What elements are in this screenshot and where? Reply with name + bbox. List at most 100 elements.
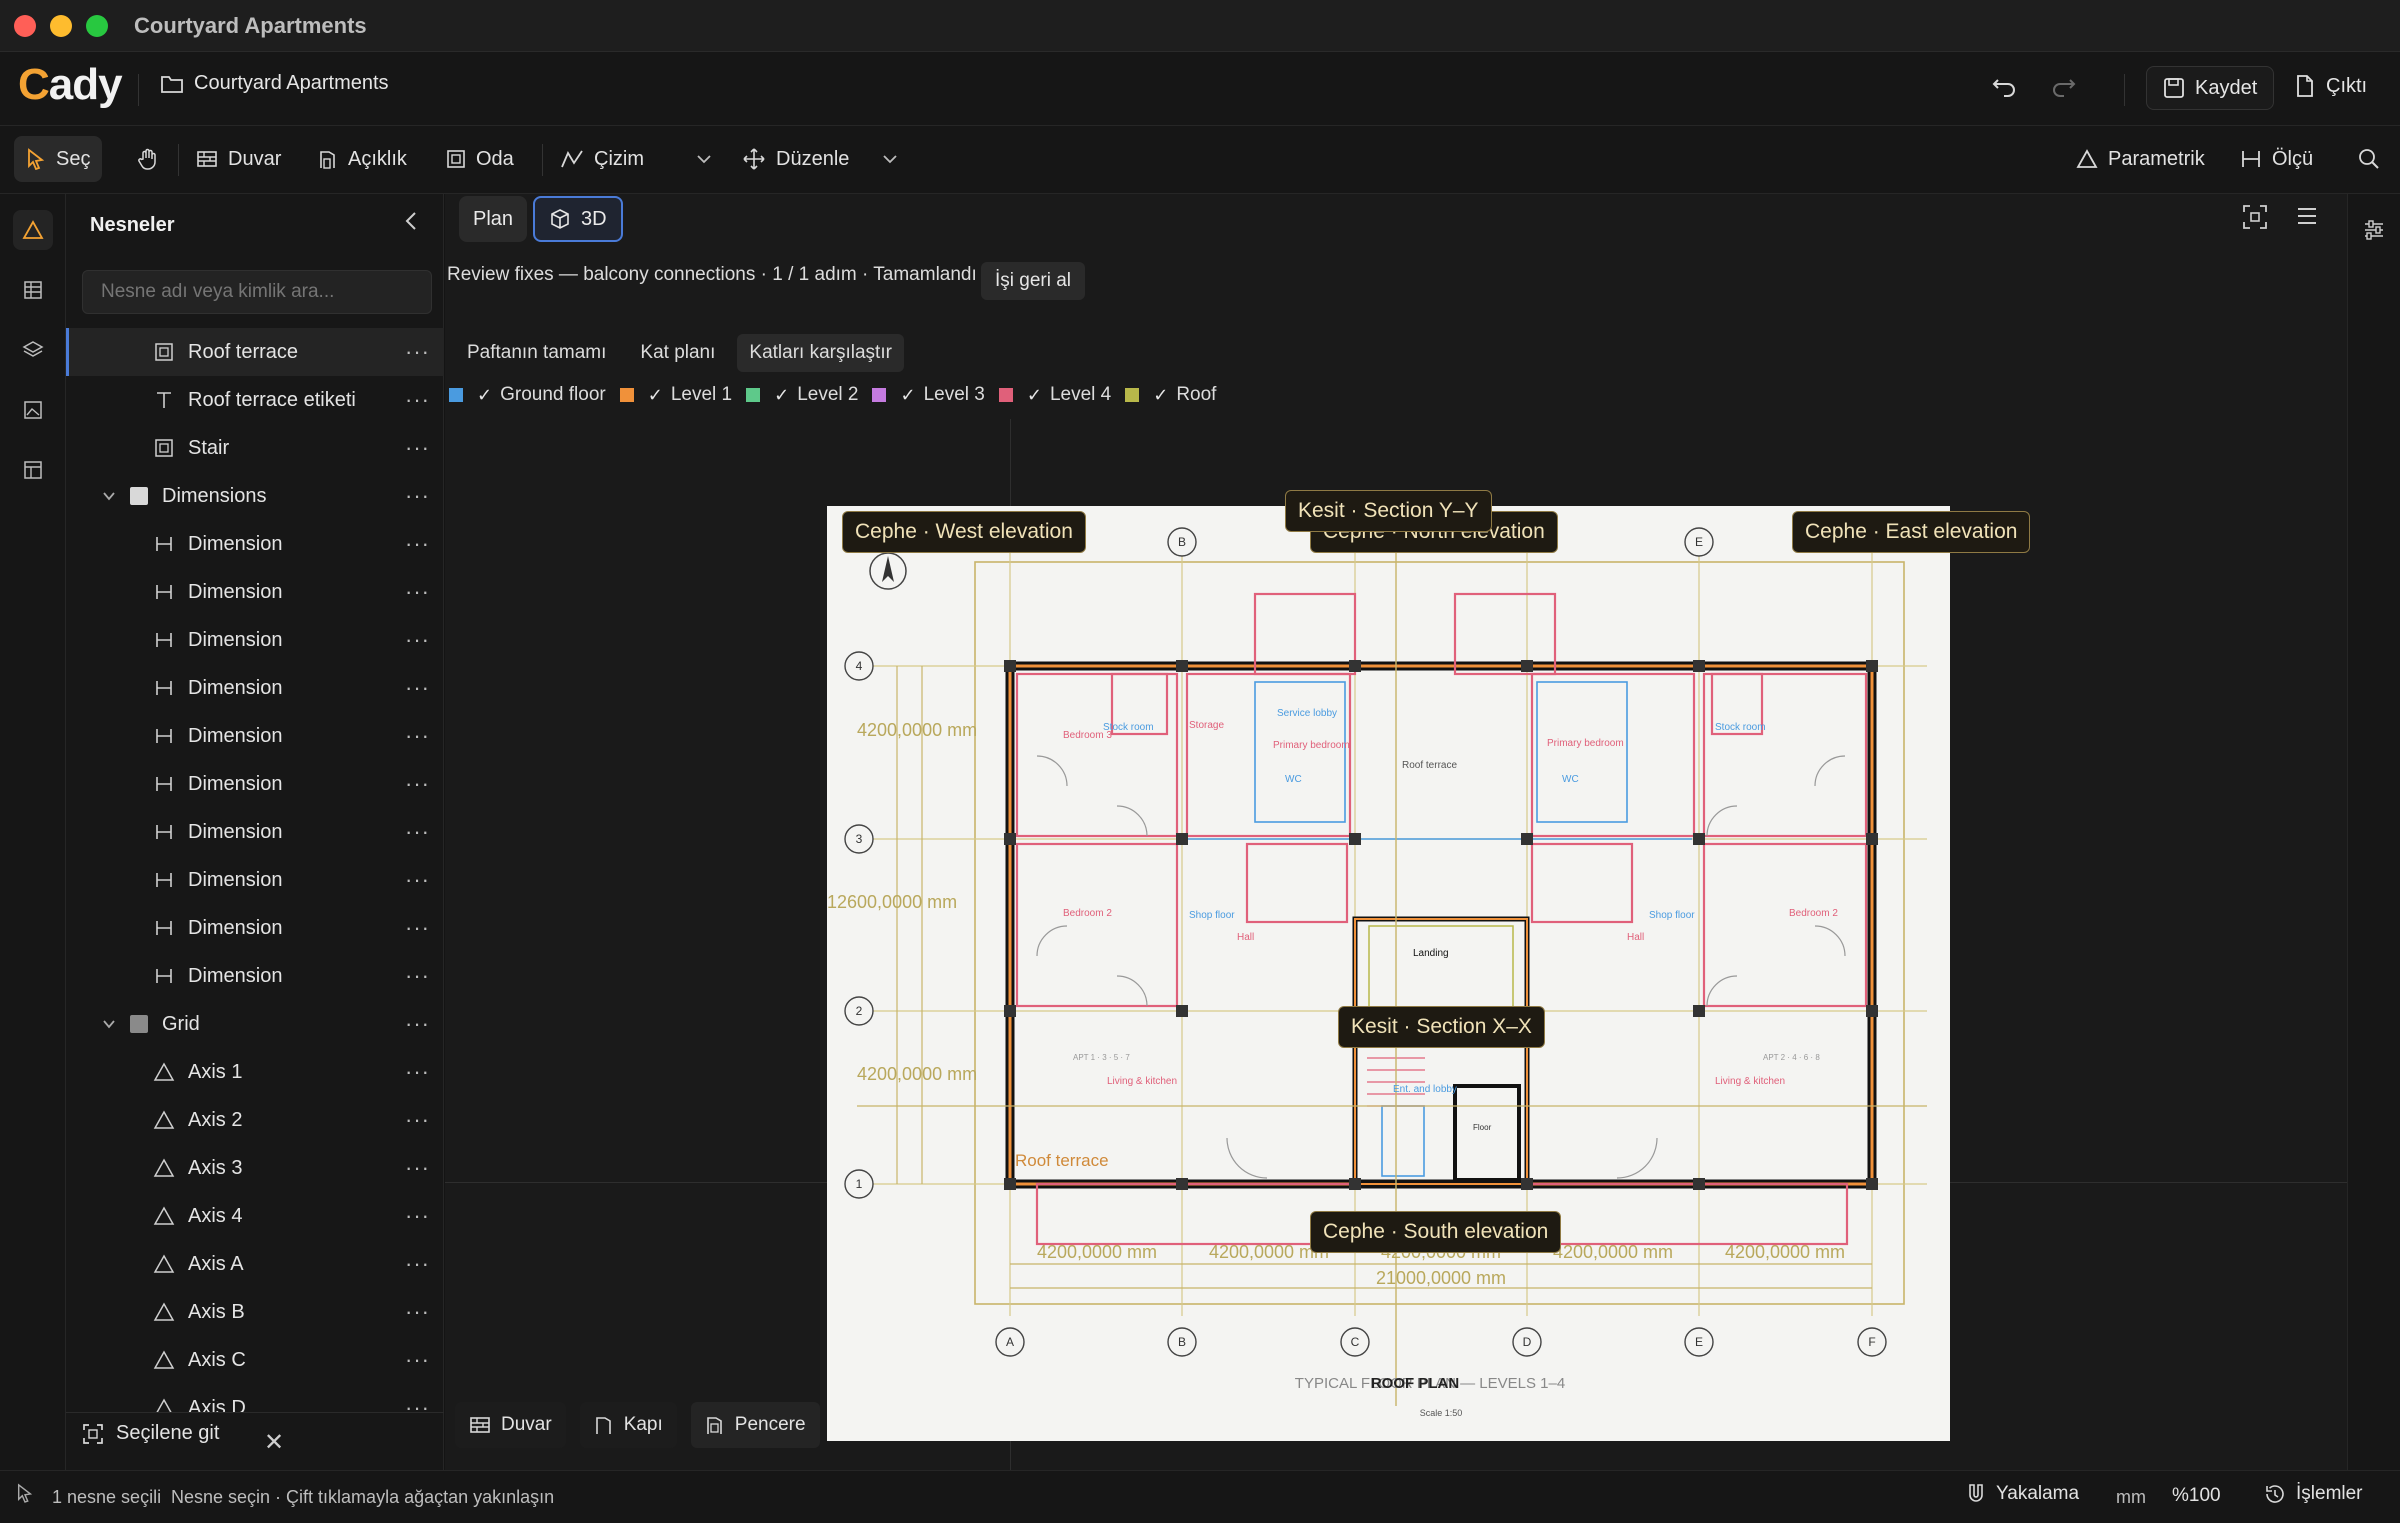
select-tool[interactable]: Seç [14,136,103,182]
tree-item[interactable]: Dimension ··· [66,856,444,904]
properties-sliders-icon[interactable] [2362,218,2386,242]
minimize-window-button[interactable] [50,15,72,37]
tree-item[interactable]: Axis B ··· [66,1288,444,1336]
tree-group[interactable]: Dimensions ··· [66,472,444,520]
east-elevation-tag[interactable]: Cephe · East elevation [1792,511,2031,553]
checkbox-checked-icon[interactable]: ✓ [648,385,663,406]
tree-item[interactable]: Dimension ··· [66,664,444,712]
insert-wall-button[interactable]: Duvar [455,1402,566,1448]
more-options-icon[interactable]: ··· [405,867,430,893]
level-toggle[interactable]: ✓ Level 4 [998,384,1111,406]
level-toggle[interactable]: ✓ Level 3 [872,384,985,406]
more-options-icon[interactable]: ··· [405,531,430,557]
more-options-icon[interactable]: ··· [405,915,430,941]
more-options-icon[interactable]: ··· [405,1107,430,1133]
more-options-icon[interactable]: ··· [405,1347,430,1373]
tree-item[interactable]: Dimension ··· [66,712,444,760]
fit-view-icon[interactable] [2242,204,2268,230]
tab-full-sheet[interactable]: Paftanın tamamı [455,334,618,372]
insert-door-button[interactable]: Kapı [579,1402,677,1448]
level-toggle[interactable]: ✓ Ground floor [449,384,606,406]
checkbox-checked-icon[interactable]: ✓ [1027,385,1042,406]
save-button[interactable]: Kaydet [2146,66,2275,110]
measure-tool[interactable]: Ölçü [2228,136,2325,182]
level-toggle[interactable]: ✓ Level 2 [746,384,858,406]
level-toggle[interactable]: ✓ Level 1 [619,384,732,406]
more-options-icon[interactable]: ··· [405,963,430,989]
more-options-icon[interactable]: ··· [405,339,430,365]
tree-item[interactable]: Axis 3 ··· [66,1144,444,1192]
parametric-tool[interactable]: Parametrik [2064,136,2217,182]
tab-plan[interactable]: Plan [459,196,528,242]
image-rail-button[interactable] [13,390,53,430]
edit-dropdown[interactable] [870,136,910,182]
more-options-icon[interactable]: ··· [405,723,430,749]
layout-rail-button[interactable] [13,450,53,490]
south-elevation-tag[interactable]: Cephe · South elevation [1310,1211,1562,1253]
unit-selector[interactable]: mm [2116,1487,2146,1508]
more-options-icon[interactable]: ··· [405,435,430,461]
more-options-icon[interactable]: ··· [405,1011,430,1037]
more-options-icon[interactable]: ··· [405,1251,430,1277]
more-options-icon[interactable]: ··· [405,387,430,413]
tree-item[interactable]: Dimension ··· [66,568,444,616]
snap-toggle[interactable]: Yakalama [1966,1483,2079,1505]
more-options-icon[interactable]: ··· [405,771,430,797]
more-options-icon[interactable]: ··· [405,819,430,845]
pan-tool[interactable] [124,136,172,182]
tree-item[interactable]: Roof terrace ··· [66,328,444,376]
zoom-level[interactable]: %100 [2172,1485,2221,1507]
undo-icon[interactable] [1990,74,2018,102]
checkbox-checked-icon[interactable]: ✓ [774,385,789,406]
tab-compare-levels[interactable]: Katları karşılaştır [737,334,904,372]
menu-icon[interactable] [2296,206,2318,226]
project-button[interactable]: Courtyard Apartments [160,72,389,95]
wall-tool[interactable]: Duvar [184,136,293,182]
close-icon[interactable]: ✕ [264,1428,284,1457]
redo-icon[interactable] [2050,74,2078,102]
chevron-down-icon[interactable] [102,1019,124,1029]
draw-tool[interactable]: Çizim [548,136,656,182]
insert-window-button[interactable]: Pencere [690,1402,820,1448]
tree-item[interactable]: Axis 2 ··· [66,1096,444,1144]
edit-tool[interactable]: Düzenle [730,136,861,182]
tree-item[interactable]: Stair ··· [66,424,444,472]
room-tool[interactable]: Oda [434,136,526,182]
section-y-tag[interactable]: Kesit · Section Y–Y [1285,490,1492,532]
tree-item[interactable]: Roof terrace etiketi ··· [66,376,444,424]
tree-item[interactable]: Dimension ··· [66,520,444,568]
close-window-button[interactable] [14,15,36,37]
more-options-icon[interactable]: ··· [405,675,430,701]
tab-floor-plan[interactable]: Kat planı [628,334,727,372]
checkbox-checked-icon[interactable]: ✓ [477,385,492,406]
drawing-canvas[interactable]: B E A B C D E F 4 3 2 1 Bedroom 3 Stock … [445,194,2347,1470]
draw-dropdown[interactable] [684,136,724,182]
more-options-icon[interactable]: ··· [405,1299,430,1325]
tree-item[interactable]: Dimension ··· [66,904,444,952]
tree-item[interactable]: Axis A ··· [66,1240,444,1288]
section-x-tag[interactable]: Kesit · Section X–X [1338,1006,1545,1048]
tree-item[interactable]: Dimension ··· [66,952,444,1000]
checkbox-checked-icon[interactable]: ✓ [1153,385,1168,406]
history-button[interactable]: İşlemler [2264,1483,2363,1505]
checkbox-checked-icon[interactable]: ✓ [900,385,915,406]
more-options-icon[interactable]: ··· [405,579,430,605]
export-button[interactable]: Çıktı [2294,74,2367,98]
tree-item[interactable]: Dimension ··· [66,760,444,808]
object-search-input[interactable] [82,270,432,314]
tree-item[interactable]: Axis 1 ··· [66,1048,444,1096]
more-options-icon[interactable]: ··· [405,627,430,653]
goto-selected-button[interactable]: Seçilene git [82,1422,219,1445]
tree-item[interactable]: Dimension ··· [66,616,444,664]
chevron-down-icon[interactable] [102,491,124,501]
tree-item[interactable]: Dimension ··· [66,808,444,856]
opening-tool[interactable]: Açıklık [306,136,419,182]
tab-3d[interactable]: 3D [533,196,623,242]
more-options-icon[interactable]: ··· [405,483,430,509]
level-toggle[interactable]: ✓ Roof [1125,384,1216,406]
table-rail-button[interactable] [13,270,53,310]
west-elevation-tag[interactable]: Cephe · West elevation [842,511,1086,553]
search-button[interactable] [2346,136,2392,182]
more-options-icon[interactable]: ··· [405,1203,430,1229]
layers-rail-button[interactable] [13,330,53,370]
